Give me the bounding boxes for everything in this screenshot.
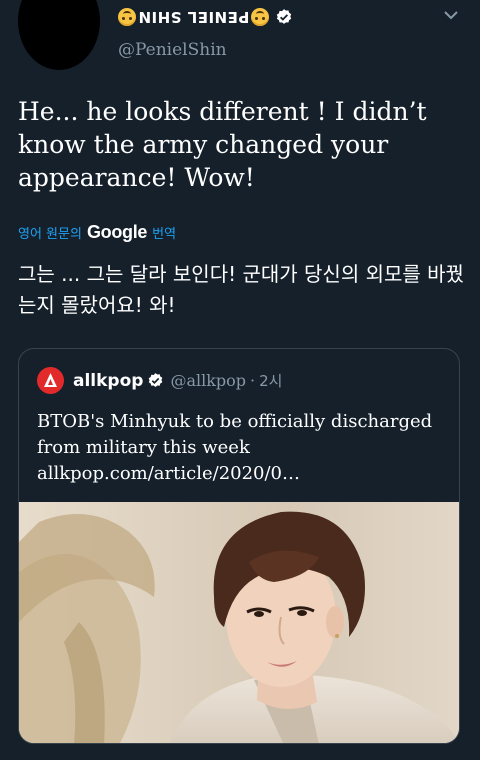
quoted-tweet-card[interactable]: allkpop @allkpop · 2시 BTOB's Minhyuk to … — [18, 348, 460, 744]
translate-link[interactable]: 번역 — [152, 223, 176, 242]
tweet: PENIEL SHIN @PenielShin He... he looks d… — [0, 0, 480, 760]
author-name-row[interactable]: PENIEL SHIN — [118, 5, 293, 29]
google-logo: Google — [86, 222, 148, 242]
quoted-tweet-link[interactable]: allkpop.com/article/2020/0… — [37, 461, 447, 487]
quoted-tweet-time[interactable]: 2시 — [259, 370, 282, 391]
verified-badge-icon — [147, 372, 164, 389]
translation-language-label[interactable]: 영어 원문의 — [18, 223, 82, 242]
upside-down-face-emoji-icon — [251, 8, 270, 26]
quoted-tweet-body: BTOB's Minhyuk to be officially discharg… — [37, 411, 433, 458]
separator-dot: · — [250, 371, 256, 390]
tweet-menu-chevron-icon[interactable] — [442, 6, 460, 24]
quoted-tweet-text: BTOB's Minhyuk to be officially discharg… — [37, 409, 447, 487]
author-handle[interactable]: @PenielShin — [118, 40, 227, 60]
translation-attribution[interactable]: 영어 원문의 Google 번역 — [18, 222, 176, 243]
avatar[interactable] — [18, 0, 100, 70]
quoted-tweet-header: allkpop @allkpop · 2시 — [37, 367, 282, 394]
tweet-text: He... he looks different ! I didn’t know… — [18, 97, 427, 192]
quoted-author-name[interactable]: allkpop — [73, 371, 143, 391]
translated-text: 그는 ... 그는 달라 보인다! 군대가 당신의 외모를 바꿨는지 몰랐어요!… — [18, 262, 464, 317]
quoted-author-handle[interactable]: @allkpop — [170, 371, 246, 390]
quoted-tweet-photo[interactable] — [19, 502, 459, 743]
verified-badge-icon — [275, 8, 293, 26]
allkpop-logo-icon — [37, 367, 64, 394]
display-name[interactable]: PENIEL SHIN — [138, 8, 249, 26]
upside-down-face-emoji-icon — [118, 8, 136, 26]
